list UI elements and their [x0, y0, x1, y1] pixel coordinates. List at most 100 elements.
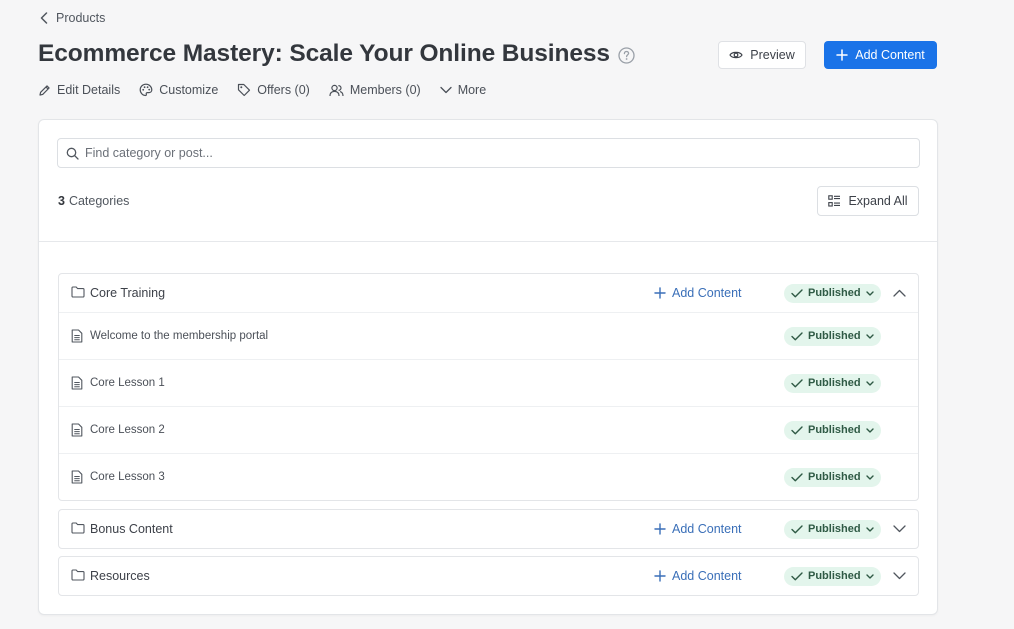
expand-toggle[interactable]: [893, 525, 906, 533]
status-label: Published: [808, 471, 861, 483]
category-resources: Resources Add Content Published: [58, 556, 919, 596]
add-content-label: Add Content: [855, 48, 925, 62]
category-title[interactable]: Core Training: [90, 286, 165, 300]
chevron-left-icon: [40, 12, 48, 24]
tab-customize[interactable]: Customize: [139, 83, 218, 97]
category-add-content-button[interactable]: Add Content: [654, 569, 742, 583]
tab-label: More: [457, 83, 487, 97]
page-title: Ecommerce Mastery: Scale Your Online Bus…: [38, 40, 610, 67]
palette-icon: [139, 83, 153, 97]
post-title[interactable]: Core Lesson 1: [90, 377, 165, 389]
chevron-down-icon: [865, 526, 874, 532]
expand-all-button[interactable]: Expand All: [817, 186, 919, 216]
category-add-content-button[interactable]: Add Content: [654, 522, 742, 536]
post-row[interactable]: Core Lesson 3 Published: [59, 453, 918, 500]
document-icon: [71, 329, 83, 343]
tab-members[interactable]: Members (0): [329, 83, 421, 97]
check-icon: [791, 331, 803, 341]
category-count: 3 Categories: [58, 194, 129, 208]
plus-icon: [836, 49, 848, 61]
collapse-toggle[interactable]: [893, 289, 906, 297]
users-icon: [329, 84, 344, 97]
eye-icon: [729, 50, 743, 60]
post-row[interactable]: Core Lesson 1 Published: [59, 359, 918, 406]
list-expand-icon: [828, 195, 841, 207]
content-card: 3 Categories Expand All Core Training Ad…: [38, 119, 938, 615]
tab-label: Offers (0): [257, 83, 310, 97]
status-badge[interactable]: Published: [784, 420, 881, 440]
status-label: Published: [808, 424, 861, 436]
status-badge[interactable]: Published: [784, 283, 881, 303]
document-icon: [71, 470, 83, 484]
help-icon[interactable]: [618, 47, 635, 64]
plus-icon: [654, 523, 666, 535]
tab-label: Customize: [159, 83, 219, 97]
tab-edit-details[interactable]: Edit Details: [38, 83, 120, 97]
preview-button[interactable]: Preview: [718, 41, 806, 69]
status-label: Published: [808, 287, 861, 299]
status-label: Published: [808, 377, 861, 389]
category-count-number: 3: [58, 194, 65, 208]
expand-toggle[interactable]: [893, 572, 906, 580]
tag-icon: [237, 83, 251, 97]
status-badge[interactable]: Published: [784, 519, 881, 539]
chevron-down-icon: [865, 380, 874, 386]
chevron-down-icon: [440, 86, 452, 94]
category-title[interactable]: Bonus Content: [90, 522, 173, 536]
check-icon: [791, 288, 803, 298]
folder-icon: [71, 569, 85, 581]
search-icon: [66, 147, 79, 160]
category-add-label: Add Content: [672, 522, 742, 536]
preview-label: Preview: [750, 48, 795, 62]
pencil-icon: [38, 84, 51, 97]
category-add-content-button[interactable]: Add Content: [654, 286, 742, 300]
document-icon: [71, 376, 83, 390]
status-label: Published: [808, 330, 861, 342]
post-row[interactable]: Core Lesson 2 Published: [59, 406, 918, 453]
search-box[interactable]: [57, 138, 920, 168]
folder-icon: [71, 522, 85, 534]
chevron-down-icon: [865, 573, 874, 579]
status-label: Published: [808, 523, 861, 535]
status-label: Published: [808, 570, 861, 582]
chevron-down-icon: [865, 290, 874, 296]
category-header[interactable]: Core Training Add Content Published: [59, 274, 918, 312]
status-badge[interactable]: Published: [784, 326, 881, 346]
tab-label: Edit Details: [57, 83, 121, 97]
post-row[interactable]: Welcome to the membership portal Publish…: [59, 312, 918, 359]
folder-icon: [71, 286, 85, 298]
check-icon: [791, 378, 803, 388]
product-tabs: Edit Details Customize Offers (0) Member…: [38, 83, 486, 97]
post-title[interactable]: Welcome to the membership portal: [90, 330, 268, 342]
category-header[interactable]: Resources Add Content Published: [59, 557, 918, 595]
status-badge[interactable]: Published: [784, 566, 881, 586]
status-badge[interactable]: Published: [784, 467, 881, 487]
tab-label: Members (0): [349, 83, 421, 97]
chevron-down-icon: [865, 427, 874, 433]
add-content-button[interactable]: Add Content: [824, 41, 937, 69]
breadcrumb-label[interactable]: Products: [56, 11, 105, 25]
category-count-label: Categories: [68, 194, 130, 208]
category-core-training: Core Training Add Content Published Welc…: [58, 273, 919, 501]
divider: [39, 241, 937, 242]
tab-offers[interactable]: Offers (0): [237, 83, 310, 97]
search-input[interactable]: [85, 146, 905, 160]
expand-all-label: Expand All: [848, 194, 908, 208]
category-title[interactable]: Resources: [90, 569, 150, 583]
plus-icon: [654, 287, 666, 299]
breadcrumb[interactable]: Products: [40, 11, 105, 25]
check-icon: [791, 425, 803, 435]
check-icon: [791, 472, 803, 482]
check-icon: [791, 571, 803, 581]
post-title[interactable]: Core Lesson 2: [90, 424, 165, 436]
chevron-down-icon: [865, 474, 874, 480]
chevron-down-icon: [893, 572, 906, 580]
status-badge[interactable]: Published: [784, 373, 881, 393]
title-row: Ecommerce Mastery: Scale Your Online Bus…: [38, 40, 635, 68]
document-icon: [71, 423, 83, 437]
post-title[interactable]: Core Lesson 3: [90, 471, 165, 483]
category-bonus-content: Bonus Content Add Content Published: [58, 509, 919, 549]
tab-more[interactable]: More: [440, 83, 486, 97]
category-header[interactable]: Bonus Content Add Content Published: [59, 510, 918, 548]
category-add-label: Add Content: [672, 569, 742, 583]
